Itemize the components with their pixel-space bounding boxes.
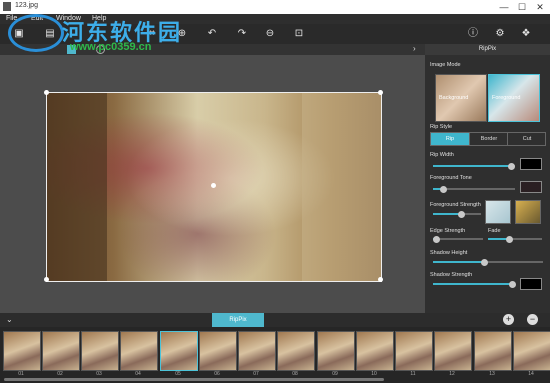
panel-title: RipPix (425, 44, 550, 55)
preset-thumbnail[interactable] (513, 331, 550, 371)
preset-number: 14 (528, 371, 534, 377)
shadow-height-label: Shadow Height (430, 250, 468, 256)
foreground-strength-knob[interactable] (458, 210, 465, 218)
preset-number: 02 (57, 371, 63, 377)
style-cut[interactable]: Cut (507, 133, 546, 145)
rip-width-color-swatch[interactable] (520, 158, 542, 170)
effects-icon[interactable]: ❖ (519, 27, 533, 41)
preset-number: 06 (214, 371, 220, 377)
edge-strength-label: Edge Strength (430, 228, 466, 234)
rip-style-label: Rip Style (430, 124, 453, 130)
title-bar: 123.jpg — ☐ ✕ (0, 0, 550, 14)
style-rip[interactable]: Rip (431, 133, 469, 145)
preset-number: 05 (175, 371, 181, 377)
shadow-strength-knob[interactable] (509, 280, 516, 288)
preset-thumbnail[interactable] (81, 331, 119, 371)
preset-thumbnail[interactable] (474, 331, 512, 371)
add-preset-button[interactable]: + (503, 314, 514, 325)
preset-thumbnail[interactable] (317, 331, 355, 371)
panel-collapse-icon[interactable]: › (413, 44, 416, 53)
zoom-out-icon[interactable]: ⊖ (263, 27, 277, 41)
minimize-button[interactable]: — (497, 1, 511, 13)
rippix-panel: RipPix Image Mode Background Foreground … (425, 44, 550, 313)
foreground-strength-slider[interactable] (433, 210, 481, 218)
foreground-texture-dark[interactable] (515, 200, 541, 224)
fade-knob[interactable] (506, 235, 513, 243)
preset-thumbnail[interactable] (395, 331, 433, 371)
chevron-down-icon[interactable]: ⌄ (6, 315, 13, 324)
fade-label: Fade (488, 228, 501, 234)
preset-thumbnail[interactable] (199, 331, 237, 371)
preset-thumbnail[interactable] (434, 331, 472, 371)
preset-number: 08 (292, 371, 298, 377)
redo-icon[interactable]: ↷ (235, 27, 249, 41)
center-handle[interactable] (211, 183, 216, 188)
image-right-edge (302, 93, 381, 281)
fade-slider[interactable] (488, 235, 542, 243)
mode-foreground-label: Foreground (492, 95, 521, 101)
fit-screen-icon[interactable]: ⊡ (292, 27, 306, 41)
rip-width-knob[interactable] (508, 162, 515, 170)
preset-number: 13 (489, 371, 495, 377)
image-mode-label: Image Mode (430, 62, 461, 68)
preset-number: 12 (449, 371, 455, 377)
foreground-tone-knob[interactable] (440, 185, 447, 193)
settings-icon[interactable]: ⚙ (493, 27, 507, 41)
rip-width-slider[interactable] (433, 162, 515, 170)
preset-thumbnail[interactable] (356, 331, 394, 371)
presets-tab[interactable]: RipPix (212, 313, 264, 327)
info-icon[interactable]: ⓘ (466, 27, 480, 41)
watermark-logo (8, 14, 64, 52)
image-left-edge (47, 93, 107, 281)
strip-scrollbar[interactable] (4, 378, 384, 381)
preset-number: 03 (96, 371, 102, 377)
remove-preset-button[interactable]: − (527, 314, 538, 325)
preset-number: 04 (135, 371, 141, 377)
preset-thumbnail[interactable] (238, 331, 276, 371)
preset-thumbnail[interactable] (3, 331, 41, 371)
undo-icon[interactable]: ↶ (205, 27, 219, 41)
shadow-height-knob[interactable] (481, 258, 488, 266)
shadow-strength-slider[interactable] (433, 280, 516, 288)
rip-style-selector: Rip Border Cut (430, 132, 546, 146)
mode-foreground[interactable]: Foreground (488, 74, 540, 122)
preset-thumbnail[interactable] (42, 331, 80, 371)
foreground-strength-label: Foreground Strength (430, 202, 481, 208)
preset-thumbnail[interactable] (277, 331, 315, 371)
close-button[interactable]: ✕ (533, 1, 547, 13)
style-border[interactable]: Border (469, 133, 508, 145)
mode-background-label: Background (439, 95, 469, 101)
resize-handle-tl[interactable] (44, 90, 49, 95)
edge-strength-slider[interactable] (433, 235, 483, 243)
preset-number: 01 (18, 371, 24, 377)
foreground-tone-slider[interactable] (433, 185, 515, 193)
preset-strip: 01 02 03 04 05 06 07 08 09 10 11 12 13 1… (0, 327, 550, 383)
app-icon (3, 2, 11, 11)
shadow-color-swatch[interactable] (520, 278, 542, 290)
preset-thumbnail[interactable] (120, 331, 158, 371)
resize-handle-br[interactable] (378, 277, 383, 282)
foreground-texture-light[interactable] (485, 200, 511, 224)
preset-number: 07 (253, 371, 259, 377)
preset-number: 10 (371, 371, 377, 377)
mode-background[interactable]: Background (435, 74, 487, 122)
edge-strength-knob[interactable] (433, 235, 440, 243)
resize-handle-bl[interactable] (44, 277, 49, 282)
shadow-strength-label: Shadow Strength (430, 272, 473, 278)
presets-header: ⌄ + − (0, 313, 550, 327)
rip-width-label: Rip Width (430, 152, 454, 158)
preset-number: 11 (410, 371, 416, 377)
watermark-url: www.pc0359.cn (70, 41, 152, 53)
window-title: 123.jpg (15, 2, 38, 9)
foreground-tone-label: Foreground Tone (430, 175, 472, 181)
preset-number: 09 (332, 371, 338, 377)
preset-thumbnail-selected[interactable] (160, 331, 198, 371)
shadow-height-slider[interactable] (433, 258, 543, 266)
resize-handle-tr[interactable] (378, 90, 383, 95)
foreground-tone-color-swatch[interactable] (520, 181, 542, 193)
maximize-button[interactable]: ☐ (515, 1, 529, 13)
